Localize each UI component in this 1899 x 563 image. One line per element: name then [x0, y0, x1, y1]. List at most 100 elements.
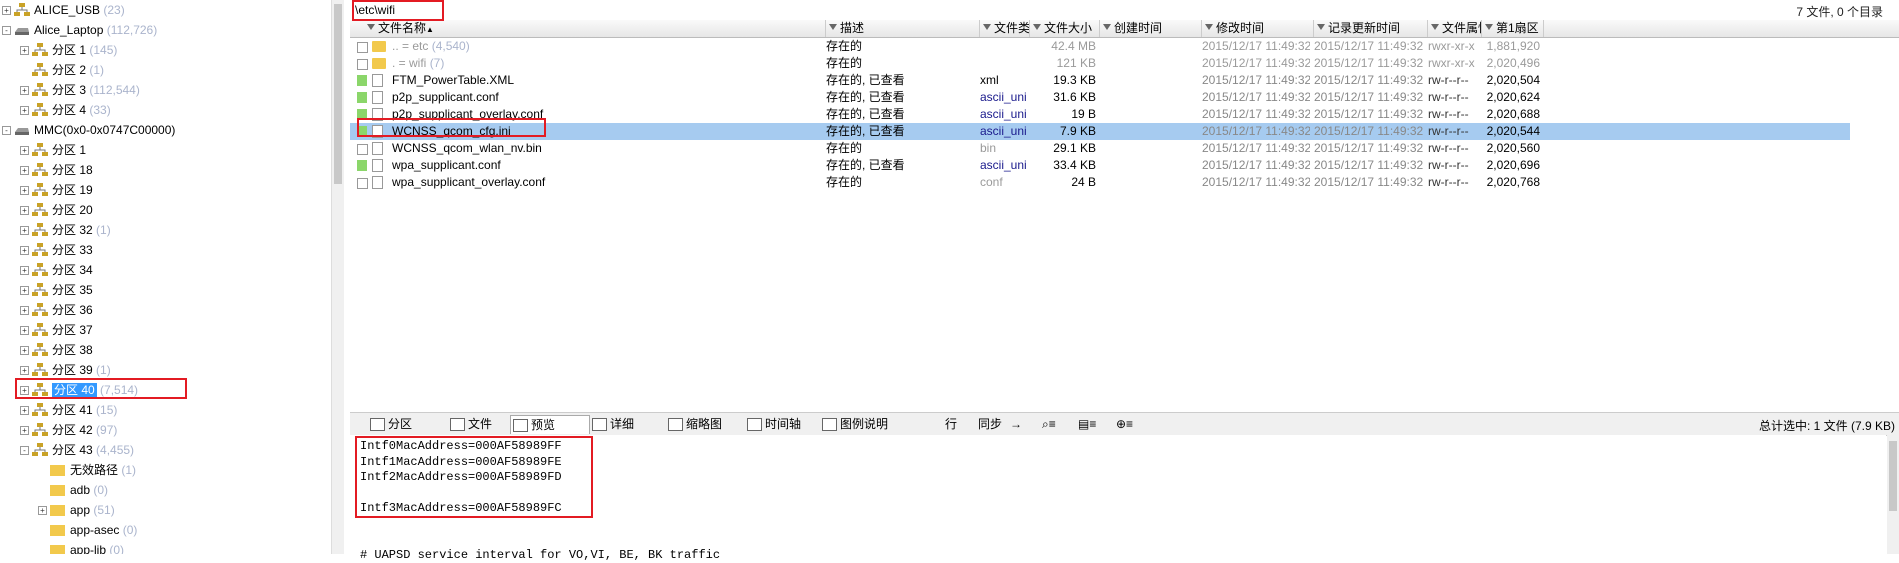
expand-icon[interactable]: + — [20, 226, 29, 235]
column-header[interactable]: 文件大小 — [1030, 20, 1100, 37]
tag-marker — [357, 75, 367, 86]
cell-type-text: ascii_unix — [980, 90, 1026, 104]
filter-icon[interactable] — [367, 24, 375, 30]
tab-file-label: 文件 — [468, 417, 493, 431]
column-header[interactable]: 描述 — [826, 20, 980, 37]
expand-icon[interactable]: + — [38, 506, 47, 515]
tab-detail[interactable]: 详细 — [590, 415, 634, 433]
expand-icon[interactable]: + — [20, 266, 29, 275]
tab-preview[interactable]: 预览 — [510, 415, 590, 434]
column-header-label: 描述 — [840, 21, 865, 35]
sort-asc-icon[interactable]: ▲ — [426, 25, 434, 34]
expand-icon[interactable]: + — [20, 106, 29, 115]
expand-icon[interactable]: + — [20, 146, 29, 155]
preview-pane[interactable]: Intf0MacAddress=000AF58989FF Intf1MacAddr… — [350, 435, 1886, 562]
filter-icon[interactable] — [1317, 24, 1325, 30]
expand-icon[interactable]: + — [20, 186, 29, 195]
target-icon[interactable]: ⊕≡ — [1116, 415, 1146, 433]
file-icon — [372, 74, 383, 87]
column-header[interactable]: 文件属性 — [1428, 20, 1482, 37]
cell-name-text: p2p_supplicant_overlay.conf — [392, 107, 544, 121]
expand-icon[interactable]: + — [20, 306, 29, 315]
expand-icon[interactable]: + — [20, 286, 29, 295]
row-checkbox[interactable] — [357, 59, 368, 70]
binoculars-icon[interactable]: ⌕≡ — [1042, 415, 1072, 433]
tree-item-label: 分区 36 — [52, 303, 93, 317]
cell-desc: 存在的 — [826, 174, 976, 191]
arrow-icon[interactable]: → — [1010, 415, 1026, 433]
file-row[interactable]: WCNSS_qcom_cfg.ini 存在的, 已查看 ascii_unix 7.9 … — [350, 123, 1850, 140]
filter-icon[interactable] — [1485, 24, 1493, 30]
cell-size-text: 29.1 KB — [1053, 141, 1096, 155]
tab-preview-label: 预览 — [531, 418, 556, 432]
tree-scroll-thumb[interactable] — [334, 4, 342, 184]
expand-icon[interactable]: + — [2, 6, 11, 15]
collapse-icon[interactable]: - — [2, 26, 11, 35]
filter-icon[interactable] — [1033, 24, 1041, 30]
collapse-icon[interactable]: - — [20, 446, 29, 455]
expand-icon[interactable]: + — [20, 346, 29, 355]
expand-icon[interactable]: + — [20, 46, 29, 55]
column-header[interactable]: 文件类型 — [980, 20, 1030, 37]
file-row[interactable]: . = wifi (7) 存在的 121 KB 2015/12/17 11:49:32… — [350, 55, 1850, 72]
expand-icon[interactable]: + — [20, 426, 29, 435]
column-header[interactable]: 记录更新时间 — [1314, 20, 1428, 37]
column-header[interactable]: 修改时间 — [1202, 20, 1314, 37]
preview-scroll-thumb[interactable] — [1889, 441, 1897, 511]
expand-icon[interactable]: + — [20, 166, 29, 175]
row-button-label: 行 — [945, 417, 958, 431]
tab-legend[interactable]: 图例说明 — [820, 415, 888, 433]
expand-icon[interactable]: + — [20, 366, 29, 375]
column-header[interactable]: 第1扇区 — [1482, 20, 1544, 37]
expand-icon[interactable]: + — [20, 406, 29, 415]
preview-scrollbar[interactable] — [1887, 435, 1899, 554]
file-row[interactable]: .. = etc (4,540) 存在的 42.4 MB 2015/12/17 11:… — [350, 38, 1850, 55]
cell-name: wpa_supplicant_overlay.conf — [392, 174, 824, 191]
file-row[interactable]: p2p_supplicant_overlay.conf 存在的, 已查看 ascii… — [350, 106, 1850, 123]
file-row[interactable]: wpa_supplicant.conf 存在的, 已查看 ascii_unix 33.… — [350, 157, 1850, 174]
column-header[interactable]: 文件名称▲ — [364, 20, 826, 37]
expand-icon[interactable]: + — [20, 386, 29, 395]
tab-thumbnail[interactable]: 缩略图 — [666, 415, 722, 433]
cell-type: ascii_unix — [980, 89, 1026, 106]
row-checkbox[interactable] — [357, 144, 368, 155]
collapse-icon[interactable]: - — [2, 126, 11, 135]
filter-icon[interactable] — [1103, 24, 1111, 30]
cell-name: p2p_supplicant.conf — [392, 89, 824, 106]
cell-updated-text: 2015/12/17 11:49:32 — [1314, 56, 1424, 70]
partition-tree[interactable]: + ALICE_USB (23) - Alice_Laptop (112,726) + 分… — [0, 0, 330, 554]
column-header[interactable]: 创建时间 — [1100, 20, 1202, 37]
cell-type — [980, 38, 1026, 55]
cell-sector-text: 2,020,768 — [1486, 175, 1540, 189]
filter-icon[interactable] — [1431, 24, 1439, 30]
expand-icon[interactable]: + — [20, 246, 29, 255]
filter-icon[interactable] — [1205, 24, 1213, 30]
cell-modified: 2015/12/17 11:49:32 — [1202, 89, 1310, 106]
tree-scrollbar[interactable] — [331, 0, 344, 554]
export-icon[interactable]: ▤≡ — [1078, 415, 1108, 433]
expand-icon[interactable]: + — [20, 326, 29, 335]
file-row[interactable]: WCNSS_qcom_wlan_nv.bin 存在的 bin 29.1 KB 2015/… — [350, 140, 1850, 157]
tab-partition-label: 分区 — [388, 417, 413, 431]
filter-icon[interactable] — [829, 24, 837, 30]
tab-timeline[interactable]: 时间轴 — [745, 415, 801, 433]
expand-icon[interactable]: + — [20, 206, 29, 215]
file-row[interactable]: p2p_supplicant.conf 存在的, 已查看 ascii_unix 31.… — [350, 89, 1850, 106]
row-checkbox[interactable] — [357, 178, 368, 189]
cell-updated: 2015/12/17 11:49:32 — [1314, 174, 1424, 191]
tab-partition[interactable]: 分区 — [368, 415, 412, 433]
cell-updated: 2015/12/17 11:49:32 — [1314, 106, 1424, 123]
sync-button[interactable]: 同步 — [958, 415, 1002, 433]
file-row[interactable]: FTM_PowerTable.XML 存在的, 已查看 xml 19.3 KB 2015… — [350, 72, 1850, 89]
filter-icon[interactable] — [983, 24, 991, 30]
cell-sector-text: 2,020,696 — [1486, 158, 1540, 172]
cell-desc-text: 存在的, 已查看 — [826, 73, 905, 87]
tab-file[interactable]: 文件 — [448, 415, 492, 433]
row-checkbox[interactable] — [357, 42, 368, 53]
tree-item-label: ALICE_USB — [34, 3, 101, 17]
cell-modified-text: 2015/12/17 11:49:32 — [1202, 107, 1310, 121]
file-row[interactable]: wpa_supplicant_overlay.conf 存在的 conf 24 B 20… — [350, 174, 1850, 191]
cell-modified-text: 2015/12/17 11:49:32 — [1202, 90, 1310, 104]
row-button[interactable]: 行 — [925, 415, 957, 433]
expand-icon[interactable]: + — [20, 86, 29, 95]
